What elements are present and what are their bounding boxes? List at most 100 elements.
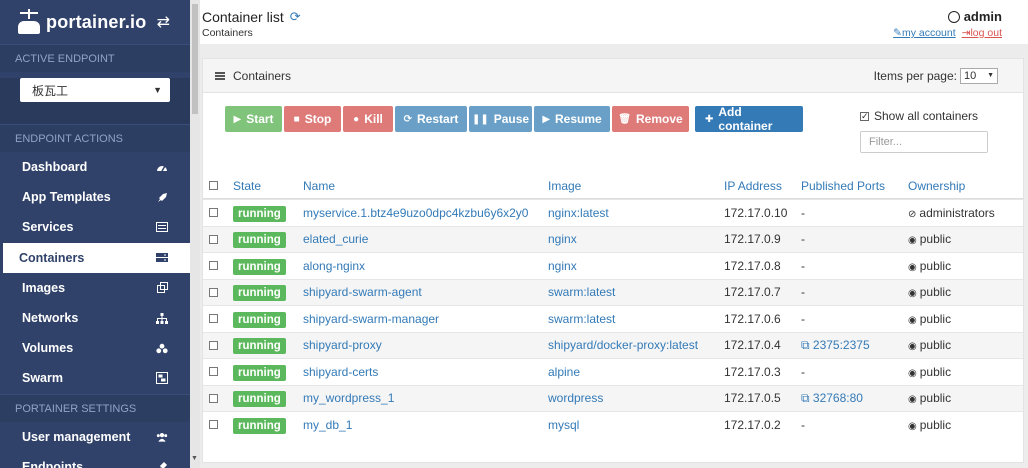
sidebar-item-services[interactable]: Services [0, 212, 190, 242]
container-name-link[interactable]: shipyard-proxy [303, 338, 382, 352]
sidebar-item-endpoints[interactable]: Endpoints [0, 452, 190, 468]
state-cell: running [233, 311, 286, 328]
status-badge: running [233, 205, 286, 222]
eye-slash-icon: ⊘ [908, 208, 917, 220]
eye-icon: ◉ [908, 367, 917, 379]
state-cell: running [233, 364, 286, 381]
container-name-link[interactable]: shipyard-swarm-agent [303, 285, 422, 299]
state-cell: running [233, 258, 286, 275]
show-all-checkbox[interactable]: ✓ [860, 111, 869, 121]
play-icon: ▶ [233, 113, 242, 125]
row-checkbox[interactable] [209, 393, 218, 403]
row-checkbox[interactable] [209, 208, 218, 218]
container-name-link[interactable]: my_wordpress_1 [303, 391, 394, 405]
resume-button[interactable]: ▶ Resume [534, 106, 610, 132]
eye-icon: ◉ [908, 341, 917, 353]
image-link[interactable]: swarm:latest [548, 312, 615, 326]
trash-icon: 🗑 [618, 113, 632, 125]
user-avatar-icon [947, 10, 960, 23]
table-row: running shipyard-swarm-agent swarm:latest 1… [203, 278, 1023, 305]
filter-input[interactable]: Filter... [860, 131, 988, 153]
panel-title: Containers [233, 68, 292, 83]
container-name-link[interactable]: shipyard-certs [303, 365, 378, 379]
ownership-cell: ◉ public [908, 391, 952, 406]
image-link[interactable]: shipyard/docker-proxy:latest [548, 338, 698, 352]
kill-button[interactable]: ● Kill [343, 106, 393, 132]
sidebar-item-app-templates[interactable]: App Templates [0, 182, 190, 212]
table-header: State Name Image IP Address Published Po… [203, 173, 1023, 199]
scroll-down-arrow-icon[interactable]: ▼ [191, 455, 198, 462]
user-name-text: admin [963, 9, 1002, 24]
status-badge: running [233, 258, 286, 275]
published-ports-link[interactable]: ⧉ 2375:2375 [801, 338, 870, 353]
sidebar-item-swarm[interactable]: Swarm [0, 363, 190, 393]
brand-name[interactable]: portainer.io [46, 12, 146, 33]
container-name-link[interactable]: shipyard-swarm-manager [303, 312, 439, 326]
external-link-icon: ⧉ [801, 337, 813, 352]
show-all-containers[interactable]: ✓ Show all containers [860, 109, 978, 123]
col-published-ports[interactable]: Published Ports [801, 179, 885, 193]
sidebar-item-images[interactable]: Images [0, 273, 190, 303]
my-account-link[interactable]: ✎my account [893, 27, 956, 39]
image-link[interactable]: mysql [548, 418, 579, 432]
sidebar-item-volumes[interactable]: Volumes [0, 333, 190, 363]
image-link[interactable]: nginx [548, 259, 577, 273]
page-title-text: Container list [202, 9, 284, 25]
eye-icon: ◉ [908, 394, 917, 406]
image-link[interactable]: nginx:latest [548, 206, 609, 220]
add-container-button[interactable]: ✚ Add container [695, 105, 803, 133]
cubes-icon [156, 342, 168, 354]
toggle-sidebar-icon[interactable]: ⇄ [157, 12, 170, 32]
eye-icon: ◉ [908, 420, 917, 432]
image-link[interactable]: wordpress [548, 391, 603, 405]
restart-button[interactable]: ⟳ Restart [395, 106, 467, 132]
image-link[interactable]: swarm:latest [548, 285, 615, 299]
table-row: running myservice.1.btz4e9uzo0dpc4kzbu6y6… [203, 199, 1023, 226]
col-ip-address[interactable]: IP Address [724, 179, 782, 193]
row-checkbox[interactable] [209, 420, 218, 430]
container-name-link[interactable]: along-nginx [303, 259, 365, 273]
eye-icon: ◉ [908, 314, 917, 326]
col-ownership[interactable]: Ownership [908, 179, 965, 193]
row-checkbox[interactable] [209, 261, 218, 271]
image-link[interactable]: alpine [548, 365, 580, 379]
table-row: running my_wordpress_1 wordpress 172.17.0.5… [203, 384, 1023, 411]
pause-icon: ❚❚ [471, 113, 489, 125]
col-state[interactable]: State [233, 179, 261, 193]
sidebar-scrollbar[interactable]: ▼ [190, 0, 200, 468]
row-checkbox[interactable] [209, 340, 218, 350]
published-ports: - [801, 258, 805, 273]
col-image[interactable]: Image [548, 179, 581, 193]
image-link[interactable]: nginx [548, 232, 577, 246]
container-name-link[interactable]: my_db_1 [303, 418, 352, 432]
sidebar-item-containers[interactable]: Containers [0, 242, 190, 273]
start-button[interactable]: ▶ Start [225, 106, 282, 132]
ownership-cell: ◉ public [908, 417, 952, 432]
sidebar-item-dashboard[interactable]: Dashboard [0, 152, 190, 182]
remove-button[interactable]: 🗑 Remove [612, 106, 689, 132]
items-per-page-select[interactable]: 10 ▼ [960, 67, 998, 84]
log-out-link[interactable]: ⇥log out [962, 27, 1002, 39]
stop-button[interactable]: ■ Stop [284, 106, 341, 132]
container-name-link[interactable]: elated_curie [303, 232, 368, 246]
endpoint-select[interactable]: 板瓦工 ▼ [20, 78, 170, 102]
row-checkbox[interactable] [209, 314, 218, 324]
ip-address: 172.17.0.9 [724, 232, 781, 247]
sidebar-item-label: Swarm [22, 371, 63, 386]
select-all-checkbox[interactable] [209, 181, 218, 190]
row-checkbox[interactable] [209, 234, 218, 244]
col-name[interactable]: Name [303, 179, 335, 193]
row-checkbox[interactable] [209, 287, 218, 297]
refresh-icon[interactable]: ⟳ [290, 9, 301, 25]
container-name-link[interactable]: myservice.1.btz4e9uzo0dpc4kzbu6y6x2y0 [303, 206, 528, 220]
scrollbar-thumb[interactable] [192, 4, 198, 114]
published-ports-link[interactable]: ⧉ 32768:80 [801, 391, 863, 406]
row-checkbox[interactable] [209, 367, 218, 377]
sidebar: portainer.io ⇄ ACTIVE ENDPOINT 板瓦工 ▼ END… [0, 0, 190, 468]
sidebar-item-label: Volumes [22, 341, 74, 356]
sidebar-item-user-management[interactable]: User management [0, 422, 190, 452]
pause-button[interactable]: ❚❚ Pause [469, 106, 532, 132]
sidebar-item-networks[interactable]: Networks [0, 303, 190, 333]
published-ports: - [801, 285, 805, 300]
status-badge: running [233, 338, 286, 355]
